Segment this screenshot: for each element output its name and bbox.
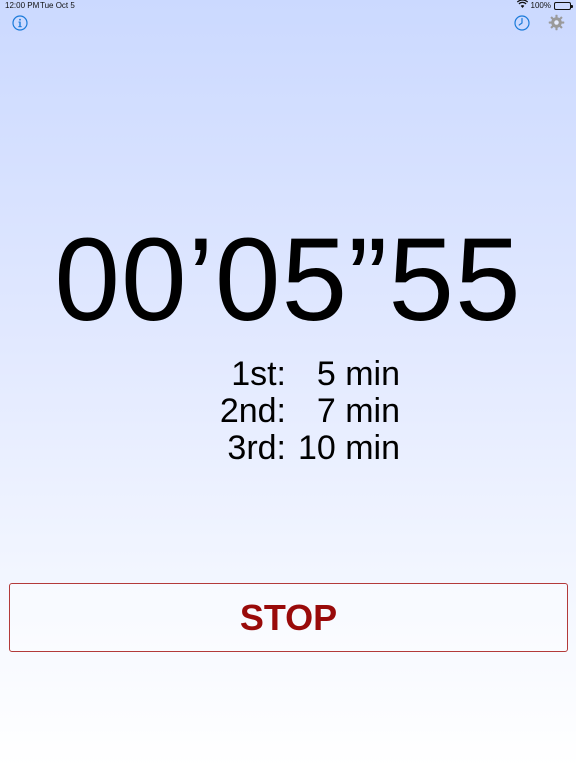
gear-icon — [548, 14, 565, 36]
stop-button[interactable]: STOP — [9, 583, 568, 652]
settings-button[interactable] — [546, 14, 566, 36]
reminder-value: 7 min — [316, 392, 400, 430]
wifi-icon — [516, 0, 528, 12]
reminder-ordinal: 1st: — [231, 355, 286, 393]
stop-button-label: STOP — [239, 596, 338, 638]
reminder-list: 1st: 5 min 2nd: 7 min 3rd: 10 min — [0, 356, 576, 467]
reminder-ordinal: 2nd: — [219, 392, 286, 430]
history-clock-icon — [514, 14, 530, 36]
battery-percent: 100% — [530, 1, 551, 10]
status-bar: 12:00 PM Tue Oct 5 100% — [0, 0, 576, 12]
info-icon — [12, 14, 28, 36]
reminder-ordinal: 3rd: — [227, 429, 286, 467]
status-right: 100% — [516, 0, 573, 12]
info-button[interactable] — [10, 14, 30, 36]
status-time: 12:00 PM — [5, 1, 40, 10]
reminder-row: 1st: 5 min — [0, 356, 576, 393]
reminder-row: 2nd: 7 min — [0, 393, 576, 430]
history-button[interactable] — [512, 14, 532, 36]
status-date: Tue Oct 5 — [40, 1, 75, 10]
elapsed-timer: 00’05”55 — [54, 214, 522, 346]
battery-icon — [554, 2, 573, 10]
reminder-value: 5 min — [316, 355, 400, 393]
reminder-row: 3rd: 10 min — [0, 430, 576, 467]
reminder-value: 10 min — [297, 429, 400, 467]
